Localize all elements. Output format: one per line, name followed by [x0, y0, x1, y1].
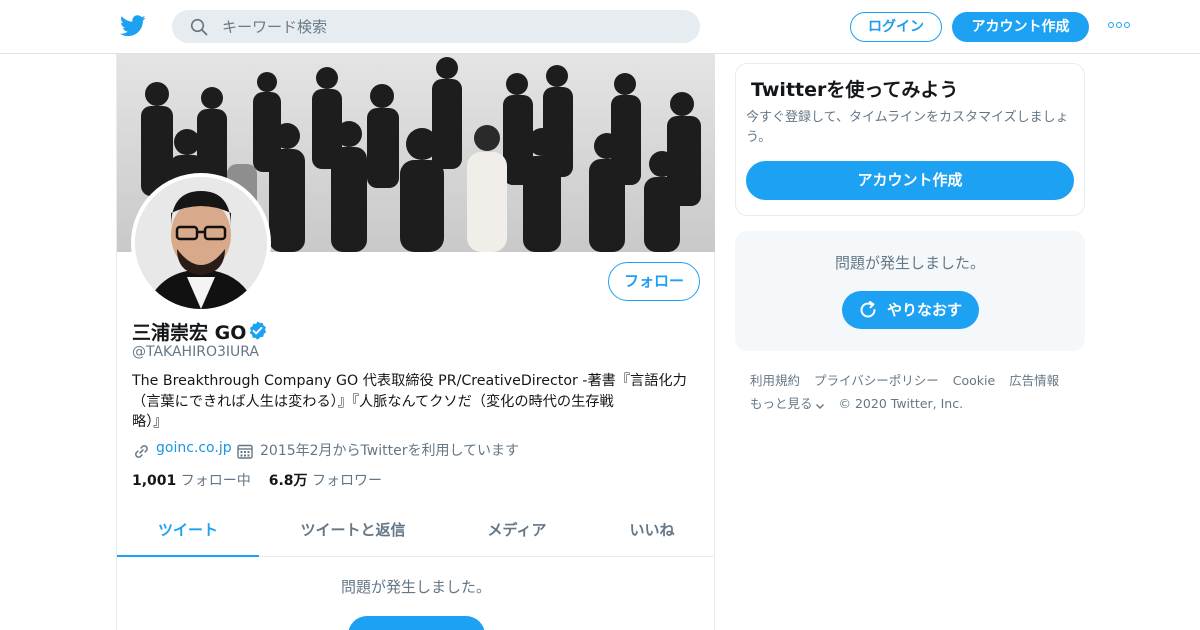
footer-more-label: もっと見る [750, 396, 813, 411]
signup-card-button[interactable]: アカウント作成 [746, 161, 1074, 200]
chevron-down-icon [815, 404, 824, 409]
more-dots-icon[interactable] [1108, 22, 1130, 30]
sidebar-footer: 利用規約 プライバシーポリシー Cookie 広告情報 もっと見る © 2020… [750, 369, 1080, 415]
footer-copyright: © 2020 Twitter, Inc. [838, 396, 964, 411]
profile-name[interactable]: 三浦崇宏 GO [132, 318, 246, 345]
calendar-icon [237, 444, 253, 459]
tab-media[interactable]: メディア [457, 506, 577, 557]
sidebar-error-card: 問題が発生しました。 やりなおす [735, 231, 1085, 351]
retry-button-label: やりなおす [887, 301, 963, 319]
profile-website-link[interactable]: goinc.co.jp [156, 440, 232, 456]
tab-likes[interactable]: いいね [607, 506, 697, 557]
search-icon [190, 18, 208, 36]
link-icon [135, 445, 148, 458]
bio-line: 略）』 [132, 414, 168, 430]
bio-line: The Breakthrough Company GO 代表取締役 PR/Cre… [132, 373, 687, 389]
following-count: 1,001 [132, 473, 177, 489]
follow-button[interactable]: フォロー [608, 262, 700, 301]
search-box[interactable] [172, 10, 700, 43]
timeline-error-message: 問題が発生しました。 [340, 578, 491, 596]
followers-label: フォロワー [312, 473, 383, 489]
footer-link-privacy[interactable]: プライバシーポリシー [814, 373, 939, 388]
signup-card-description: 今すぐ登録して、タイムラインをカスタマイズしましょう。 [746, 110, 1069, 145]
timeline-retry-button[interactable] [348, 616, 485, 630]
profile-stats: 1,001 フォロー中 6.8万 フォロワー [132, 470, 382, 490]
tab-tweets-and-replies[interactable]: ツイートと返信 [279, 506, 427, 557]
footer-more-button[interactable]: もっと見る [750, 396, 825, 411]
top-nav-bar: ログイン アカウント作成 [0, 0, 1200, 54]
followers-count: 6.8万 [268, 473, 308, 489]
profile-bio: The Breakthrough Company GO 代表取締役 PR/Cre… [132, 371, 692, 433]
footer-link-ads[interactable]: 広告情報 [1009, 373, 1059, 388]
twitter-bird-icon[interactable] [120, 14, 146, 38]
verified-badge-icon [249, 321, 267, 340]
refresh-icon [860, 301, 876, 318]
sidebar-error-message: 問題が発生しました。 [834, 254, 985, 272]
profile-column: フォロー 三浦崇宏 GO @TAKAHIRO3IURA The Breakthr… [116, 54, 715, 630]
followers-stat[interactable]: 6.8万 フォロワー [269, 473, 382, 489]
bio-line: （言葉にできれば人生は変わる）』『人脈なんてクソだ（変化の時代の生存戦 [132, 393, 614, 410]
footer-link-terms[interactable]: 利用規約 [750, 373, 800, 388]
profile-joined-date: 2015年2月からTwitterを利用しています [260, 443, 520, 459]
following-stat[interactable]: 1,001 フォロー中 [132, 473, 251, 489]
signup-card-title: Twitterを使ってみよう [751, 79, 959, 101]
following-label: フォロー中 [180, 473, 251, 489]
login-button[interactable]: ログイン [850, 12, 942, 42]
profile-handle[interactable]: @TAKAHIRO3IURA [132, 344, 259, 360]
retry-button[interactable]: やりなおす [842, 291, 979, 329]
signup-button[interactable]: アカウント作成 [952, 12, 1089, 42]
tab-tweets[interactable]: ツイート [117, 506, 259, 557]
profile-avatar[interactable] [131, 173, 271, 313]
signup-card: Twitterを使ってみよう 今すぐ登録して、タイムラインをカスタマイズしましょ… [735, 63, 1085, 216]
profile-tabs: ツイート ツイートと返信 メディア いいね [117, 506, 715, 557]
search-input[interactable] [222, 10, 682, 43]
footer-link-cookie[interactable]: Cookie [953, 373, 995, 388]
avatar-portrait [135, 177, 267, 309]
